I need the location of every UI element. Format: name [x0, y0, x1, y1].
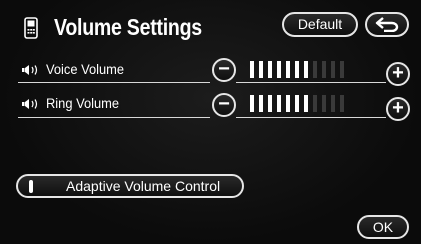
volume-bar-filled — [250, 61, 254, 78]
meter-baseline — [236, 117, 386, 118]
adaptive-volume-indicator — [29, 180, 33, 193]
adaptive-volume-control-label: Adaptive Volume Control — [66, 178, 221, 194]
speaker-icon — [22, 99, 38, 109]
row-divider — [18, 117, 210, 118]
volume-bar-filled — [277, 95, 281, 112]
ring-volume-label: Ring Volume — [46, 95, 120, 111]
volume-bar-filled — [268, 95, 272, 112]
volume-bar-empty — [340, 95, 344, 112]
speaker-icon — [22, 65, 38, 75]
volume-bar-filled — [295, 95, 299, 112]
volume-bar-empty — [331, 61, 335, 78]
volume-bar-filled — [286, 95, 290, 112]
volume-bar-filled — [259, 61, 263, 78]
volume-bar-empty — [313, 95, 317, 112]
voice-volume-increase-button[interactable]: + — [386, 62, 410, 86]
ring-volume-increase-button[interactable]: + — [386, 97, 410, 121]
volume-bar-filled — [259, 95, 263, 112]
row-divider — [18, 82, 210, 83]
volume-bar-empty — [313, 61, 317, 78]
page-title: Volume Settings — [54, 14, 202, 40]
volume-bar-empty — [322, 61, 326, 78]
ok-button[interactable]: OK — [357, 215, 409, 239]
voice-volume-label: Voice Volume — [46, 61, 125, 77]
ring-volume-decrease-button[interactable]: − — [212, 93, 236, 117]
volume-bar-filled — [250, 95, 254, 112]
voice-volume-decrease-button[interactable]: − — [212, 58, 236, 82]
default-button[interactable]: Default — [282, 12, 358, 37]
volume-bar-filled — [268, 61, 272, 78]
volume-settings-screen: Volume Settings Default Voice Volume − +… — [0, 0, 421, 244]
back-arrow-icon — [375, 17, 399, 32]
volume-bar-empty — [322, 95, 326, 112]
volume-bar-filled — [295, 61, 299, 78]
volume-bar-filled — [304, 95, 308, 112]
volume-bar-empty — [331, 95, 335, 112]
meter-baseline — [236, 82, 386, 83]
volume-bar-filled — [304, 61, 308, 78]
volume-bar-empty — [340, 61, 344, 78]
adaptive-volume-control-button[interactable]: Adaptive Volume Control — [16, 174, 244, 198]
volume-bar-filled — [277, 61, 281, 78]
phone-handset-icon — [24, 17, 38, 39]
back-button[interactable] — [365, 12, 409, 37]
volume-bar-filled — [286, 61, 290, 78]
